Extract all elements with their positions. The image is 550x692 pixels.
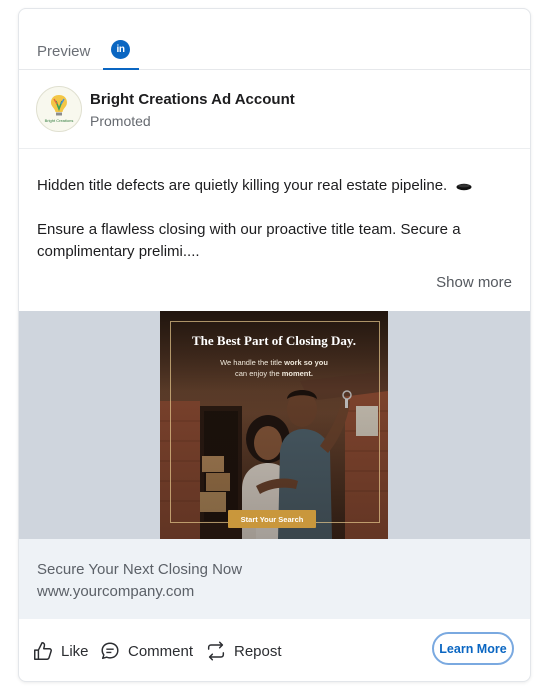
ad-subtext-part1: We handle the title bbox=[220, 358, 285, 367]
repost-button[interactable]: Repost bbox=[205, 639, 282, 663]
thumbs-up-icon bbox=[34, 642, 52, 660]
post-text-line1: Hidden title defects are quietly killing… bbox=[37, 175, 515, 197]
ad-gold-frame bbox=[170, 321, 380, 523]
post-header: Bright Creations Bright Creations Ad Acc… bbox=[19, 70, 530, 149]
linkedin-icon: in bbox=[111, 40, 130, 59]
link-preview[interactable]: Secure Your Next Closing Now www.yourcom… bbox=[19, 539, 530, 619]
preview-tabs: Preview in bbox=[19, 9, 530, 70]
like-button[interactable]: Like bbox=[32, 639, 89, 663]
action-bar: Like Comment Repost Learn More bbox=[19, 619, 530, 681]
ad-creative-image[interactable]: The Best Part of Closing Day. We handle … bbox=[160, 311, 388, 539]
comment-icon bbox=[101, 642, 119, 660]
account-name[interactable]: Bright Creations Ad Account bbox=[90, 91, 295, 108]
learn-more-button[interactable]: Learn More bbox=[432, 632, 514, 665]
avatar[interactable]: Bright Creations bbox=[36, 86, 82, 132]
ad-subtext-part3: can enjoy the bbox=[235, 369, 282, 378]
post-text-line2: Ensure a flawless closing with our proac… bbox=[37, 221, 461, 260]
ad-preview-card: Preview in Bright Creations Bright Creat… bbox=[18, 8, 531, 682]
link-headline[interactable]: Secure Your Next Closing Now bbox=[37, 561, 242, 578]
comment-label: Comment bbox=[128, 642, 194, 660]
ad-media[interactable]: The Best Part of Closing Day. We handle … bbox=[19, 311, 530, 539]
bulb-logo-icon: Bright Creations bbox=[37, 87, 81, 131]
repost-icon bbox=[207, 641, 225, 661]
ad-headline: The Best Part of Closing Day. bbox=[192, 333, 356, 348]
link-domain: www.yourcompany.com bbox=[37, 583, 195, 600]
hole-emoji-icon bbox=[456, 183, 472, 191]
ad-subtext: We handle the title work so you can enjo… bbox=[190, 357, 358, 379]
avatar-logo-text: Bright Creations bbox=[45, 118, 74, 123]
tab-linkedin[interactable]: in bbox=[103, 27, 139, 70]
tab-preview-label: Preview bbox=[37, 43, 91, 60]
ad-subtext-part4: moment. bbox=[281, 369, 313, 378]
ad-subtext-part2: work so you bbox=[284, 358, 328, 367]
ad-cta-button[interactable]: Start Your Search bbox=[228, 510, 316, 528]
like-label: Like bbox=[61, 642, 89, 660]
post-text: Hidden title defects are quietly killing… bbox=[37, 177, 448, 194]
repost-label: Repost bbox=[234, 642, 282, 660]
promoted-label: Promoted bbox=[90, 113, 151, 129]
show-more-link[interactable]: Show more bbox=[436, 274, 512, 291]
comment-button[interactable]: Comment bbox=[99, 639, 193, 663]
